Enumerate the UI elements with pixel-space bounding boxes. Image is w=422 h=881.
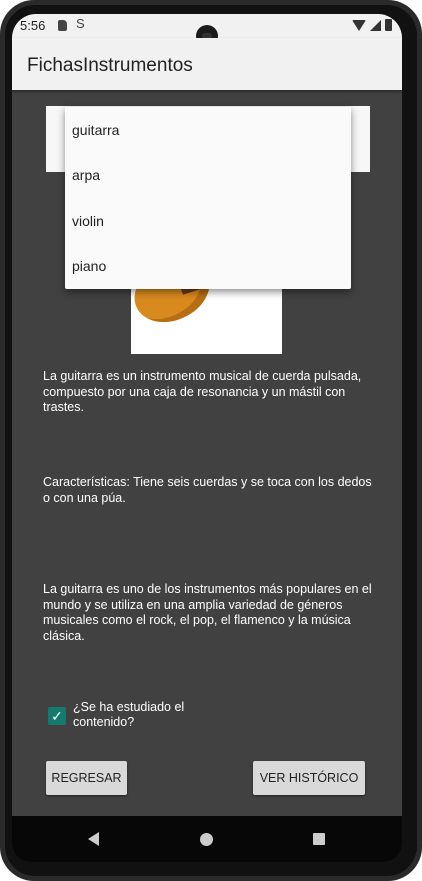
battery-icon [385,19,392,31]
status-icons [352,19,392,31]
signal-icon [370,19,381,31]
dropdown-item-guitarra[interactable]: guitarra [65,107,351,153]
description-text: La guitarra es un instrumento musical de… [43,369,362,414]
navigation-bar [12,816,402,862]
studied-checkbox-row[interactable]: ✓ ¿Se ha estudiado el contenido? [48,700,213,730]
spinner-dropdown: guitarra arpa violin piano [65,107,351,289]
dropdown-item-violin[interactable]: violin [65,198,351,244]
dropdown-item-arpa[interactable]: arpa [65,153,351,199]
back-button[interactable]: REGRESAR [46,761,127,795]
sim-icon: S [76,16,85,31]
checkmark-icon: ✓ [51,708,63,724]
app-bar: FichasInstrumentos [12,38,402,90]
status-time: 5:56 [20,18,46,33]
home-nav-icon[interactable] [200,833,213,846]
back-nav-icon[interactable] [88,832,99,846]
sd-card-icon [58,20,67,31]
wifi-icon [352,19,366,31]
features-text: Características: Tiene seis cuerdas y se… [43,475,372,505]
app-title: FichasInstrumentos [27,55,193,76]
dropdown-item-piano[interactable]: piano [65,244,351,290]
extra-info-text: La guitarra es uno de los instrumentos m… [43,582,372,643]
status-bar: 5:56 S [12,14,402,47]
studied-checkbox[interactable]: ✓ [48,707,66,725]
screen: 5:56 S FichasInstrumentos La guitarra es… [12,14,402,862]
phone-frame: 5:56 S FichasInstrumentos La guitarra es… [0,0,422,881]
history-button[interactable]: VER HISTÓRICO [253,761,365,795]
recents-nav-icon[interactable] [313,833,325,845]
studied-checkbox-label: ¿Se ha estudiado el contenido? [73,700,185,729]
